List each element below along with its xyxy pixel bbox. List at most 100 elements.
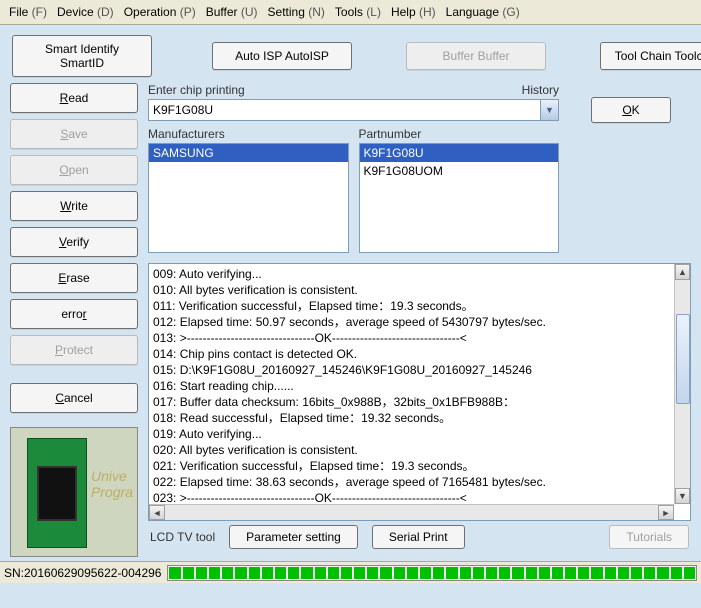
- menu-setting[interactable]: Setting (N): [265, 3, 328, 21]
- verify-button[interactable]: Verify: [10, 227, 138, 257]
- smart-identify-label: Smart Identify SmartID: [45, 42, 119, 70]
- read-button[interactable]: Read: [10, 83, 138, 113]
- chip-combobox[interactable]: ▼: [148, 99, 559, 121]
- progress-segment: [262, 567, 273, 579]
- progress-segment: [433, 567, 444, 579]
- menu-buffer[interactable]: Buffer (U): [203, 3, 261, 21]
- log-line: 021: Verification successful，Elapsed tim…: [153, 458, 670, 474]
- vertical-scrollbar[interactable]: ▲ ▼: [674, 264, 690, 504]
- log-line: 011: Verification successful，Elapsed tim…: [153, 298, 670, 314]
- cancel-button[interactable]: Cancel: [10, 383, 138, 413]
- smart-identify-button[interactable]: Smart Identify SmartID: [12, 35, 152, 77]
- log-line: 014: Chip pins contact is detected OK.: [153, 346, 670, 362]
- read-label: Read: [60, 91, 89, 105]
- enter-chip-label: Enter chip printing: [148, 83, 245, 97]
- open-button[interactable]: Open: [10, 155, 138, 185]
- manufacturers-label: Manufacturers: [148, 127, 349, 141]
- chip-socket: [37, 466, 77, 521]
- erase-button[interactable]: Erase: [10, 263, 138, 293]
- ok-label: OK: [622, 103, 639, 117]
- progress-segment: [684, 567, 695, 579]
- progress-segment: [354, 567, 365, 579]
- ok-button[interactable]: OK: [591, 97, 671, 123]
- write-button[interactable]: Write: [10, 191, 138, 221]
- main-area: Read Save Open Write Verify Erase error Protect…: [0, 83, 701, 561]
- progress-segment: [394, 567, 405, 579]
- log-line: 010: All bytes verification is consisten…: [153, 282, 670, 298]
- save-label: Save: [60, 127, 87, 141]
- progress-segment: [196, 567, 207, 579]
- progress-segment: [512, 567, 523, 579]
- pcb-image: [27, 438, 87, 548]
- tool-chain-button[interactable]: Tool Chain Toolchain: [600, 42, 701, 70]
- progress-segment: [657, 567, 668, 579]
- partnumber-label: Partnumber: [359, 127, 560, 141]
- menu-help[interactable]: Help (H): [388, 3, 439, 21]
- protect-button[interactable]: Protect: [10, 335, 138, 365]
- buffer-button[interactable]: Buffer Buffer: [406, 42, 546, 70]
- open-label: Open: [59, 163, 88, 177]
- chip-input[interactable]: [149, 100, 540, 120]
- menu-device[interactable]: Device (D): [54, 3, 117, 21]
- manuf-part-row: Manufacturers SAMSUNG Partnumber K9F1G08…: [148, 127, 559, 253]
- lcd-tv-tool-label: LCD TV tool: [150, 530, 215, 544]
- chip-panel-right: OK: [571, 83, 691, 253]
- list-item[interactable]: K9F1G08U: [360, 144, 559, 162]
- progress-segment: [420, 567, 431, 579]
- menu-language[interactable]: Language (G): [443, 3, 523, 21]
- cancel-label: Cancel: [55, 391, 92, 405]
- progress-segment: [249, 567, 260, 579]
- chip-panel: Enter chip printing History ▼ Manufactur…: [148, 83, 691, 253]
- parameter-setting-label: Parameter setting: [246, 530, 341, 544]
- scroll-up-icon[interactable]: ▲: [675, 264, 690, 280]
- progress-segment: [473, 567, 484, 579]
- status-bar: SN:20160629095622-004296: [0, 561, 701, 583]
- progress-segment: [341, 567, 352, 579]
- right-column: Enter chip printing History ▼ Manufactur…: [148, 83, 691, 557]
- save-button[interactable]: Save: [10, 119, 138, 149]
- scroll-left-icon[interactable]: ◄: [149, 505, 165, 520]
- verify-label: Verify: [59, 235, 89, 249]
- menu-tools[interactable]: Tools (L): [332, 3, 384, 21]
- scroll-thumb[interactable]: [676, 314, 690, 404]
- progress-segment: [499, 567, 510, 579]
- progress-segment: [367, 567, 378, 579]
- device-thumbnail: UniveProgra: [10, 427, 138, 557]
- top-button-row: Smart Identify SmartID Auto ISP AutoISP …: [0, 25, 701, 83]
- buffer-label: Buffer Buffer: [443, 49, 510, 63]
- log-line: 022: Elapsed time: 38.63 seconds，average…: [153, 474, 670, 490]
- progress-segment: [446, 567, 457, 579]
- menu-operation[interactable]: Operation (P): [121, 3, 199, 21]
- progress-segment: [169, 567, 180, 579]
- left-column: Read Save Open Write Verify Erase error Protect…: [10, 83, 138, 557]
- parameter-setting-button[interactable]: Parameter setting: [229, 525, 358, 549]
- scroll-down-icon[interactable]: ▼: [675, 488, 690, 504]
- chevron-down-icon[interactable]: ▼: [540, 100, 558, 120]
- progress-segment: [644, 567, 655, 579]
- log-line: 015: D:\K9F1G08U_20160927_145246\K9F1G08…: [153, 362, 670, 378]
- auto-isp-button[interactable]: Auto ISP AutoISP: [212, 42, 352, 70]
- horizontal-scrollbar[interactable]: ◄ ►: [149, 504, 674, 520]
- menubar: File (F)Device (D)Operation (P)Buffer (U…: [0, 0, 701, 25]
- chip-header-row: Enter chip printing History: [148, 83, 559, 99]
- error-label: error: [61, 307, 86, 321]
- error-button[interactable]: error: [10, 299, 138, 329]
- serial-print-label: Serial Print: [389, 530, 448, 544]
- progress-segment: [235, 567, 246, 579]
- progress-segment: [671, 567, 682, 579]
- serial-print-button[interactable]: Serial Print: [372, 525, 465, 549]
- progress-segment: [275, 567, 286, 579]
- protect-label: Protect: [55, 343, 93, 357]
- manufacturers-listbox[interactable]: SAMSUNG: [148, 143, 349, 253]
- log-line: 012: Elapsed time: 50.97 seconds，average…: [153, 314, 670, 330]
- menu-file[interactable]: File (F): [6, 3, 50, 21]
- log-line: 023: >--------------------------------OK…: [153, 490, 670, 504]
- partnumber-listbox[interactable]: K9F1G08UK9F1G08UOM: [359, 143, 560, 253]
- list-item[interactable]: SAMSUNG: [149, 144, 348, 162]
- scroll-right-icon[interactable]: ►: [658, 505, 674, 520]
- tutorials-button[interactable]: Tutorials: [609, 525, 689, 549]
- list-item[interactable]: K9F1G08UOM: [360, 162, 559, 180]
- part-col: Partnumber K9F1G08UK9F1G08UOM: [359, 127, 560, 253]
- progress-segment: [460, 567, 471, 579]
- progress-segment: [301, 567, 312, 579]
